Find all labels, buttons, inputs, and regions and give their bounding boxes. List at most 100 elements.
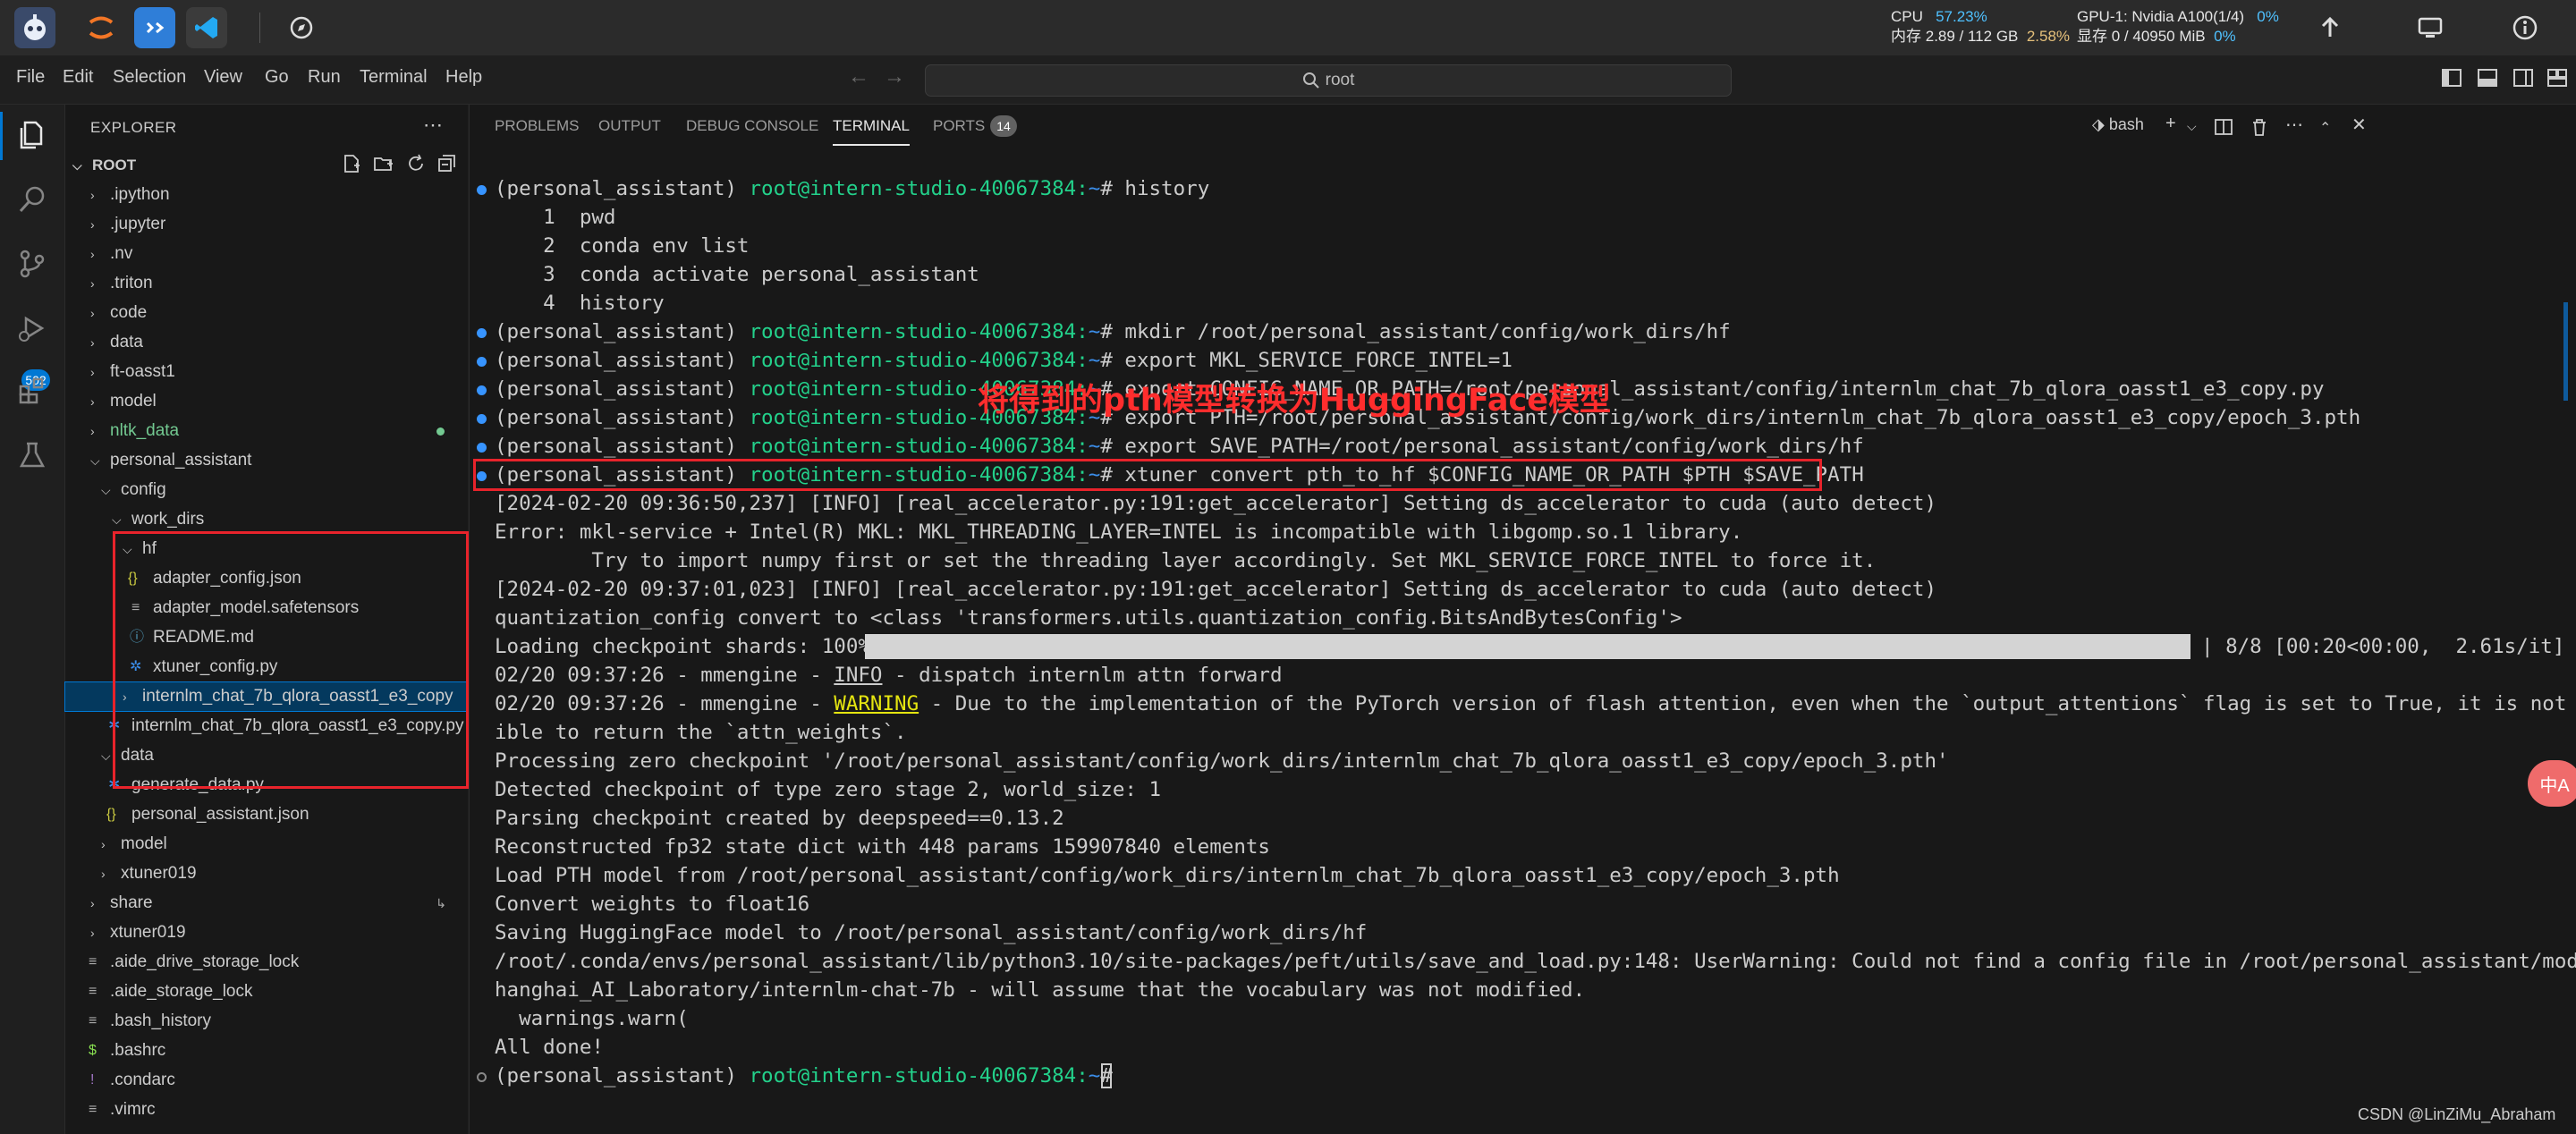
jupyter-icon[interactable] xyxy=(80,7,122,48)
mem-percent: 2.58% xyxy=(2026,28,2071,45)
back-arrow-icon[interactable]: ← xyxy=(848,64,869,89)
tab-problems[interactable]: PROBLEMS xyxy=(495,117,579,135)
split-terminal-icon[interactable] xyxy=(2214,117,2233,137)
collapse-all-icon[interactable] xyxy=(436,153,457,174)
tree-item-bashrc[interactable]: $ .bashrc xyxy=(65,1037,468,1065)
menu-terminal[interactable]: Terminal xyxy=(360,67,428,88)
menu-go[interactable]: Go xyxy=(265,67,289,88)
tree-item-label: internlm_chat_7b_qlora_oasst1_e3_copy.py xyxy=(131,716,464,735)
tree-item-ipython[interactable]: › .ipython xyxy=(65,181,468,209)
tree-item-label: nltk_data xyxy=(110,421,180,440)
forward-arrow-icon[interactable]: → xyxy=(884,64,905,89)
trash-icon[interactable] xyxy=(2250,117,2269,137)
tree-item-aide-storage-lock[interactable]: ≡ .aide_storage_lock xyxy=(65,977,468,1006)
tab-terminal[interactable]: TERMINAL xyxy=(833,117,910,146)
tree-item-code[interactable]: › code xyxy=(65,299,468,327)
tree-item-internlm-copy-folder[interactable]: › internlm_chat_7b_qlora_oasst1_e3_copy xyxy=(64,681,469,712)
tab-output[interactable]: OUTPUT xyxy=(598,117,661,135)
terminal-line: warnings.warn( xyxy=(495,1007,689,1030)
tree-item-personal-assistant-json[interactable]: {} personal_assistant.json xyxy=(65,800,468,829)
tree-item-triton[interactable]: › .triton xyxy=(65,269,468,298)
source-control-icon[interactable] xyxy=(14,246,50,282)
vscode-icon[interactable] xyxy=(186,7,227,48)
terminal-line: ible to return the `attn_weights`. xyxy=(495,721,907,744)
customize-layout-icon[interactable] xyxy=(2546,66,2569,89)
terminal-line: quantization_config convert to <class 't… xyxy=(495,606,1682,630)
tree-item-adapter-model[interactable]: ≡ adapter_model.safetensors xyxy=(65,594,468,622)
tree-item-data[interactable]: › data xyxy=(65,328,468,357)
vscode-desktop-icon[interactable] xyxy=(134,7,175,48)
tree-item-ft-oasst1[interactable]: › ft-oasst1 xyxy=(65,358,468,386)
tree-item-vimrc[interactable]: ≡ .vimrc xyxy=(65,1096,468,1124)
robot-logo-icon[interactable] xyxy=(14,7,55,48)
resource-stats-cpu: CPU 57.23% 内存 2.89 / 112 GB 2.58% xyxy=(1891,7,2070,47)
python-icon: ✲ xyxy=(130,659,142,674)
tree-item-internlm-copy-py[interactable]: ✲ internlm_chat_7b_qlora_oasst1_e3_copy.p… xyxy=(65,712,468,740)
tree-item-model-sub[interactable]: › model xyxy=(65,830,468,859)
tree-item-share[interactable]: › share ↳ xyxy=(65,889,468,918)
upload-icon[interactable] xyxy=(2313,11,2347,45)
refresh-icon[interactable] xyxy=(405,153,427,174)
tab-ports[interactable]: PORTS xyxy=(933,117,985,135)
tree-item-hf[interactable]: ⌵ hf xyxy=(65,535,468,563)
terminal-line: All done! xyxy=(495,1036,604,1059)
menu-edit[interactable]: Edit xyxy=(63,67,93,88)
tree-item-bash-history[interactable]: ≡ .bash_history xyxy=(65,1007,468,1036)
maximize-panel-chevron-icon[interactable]: ⌃ xyxy=(2319,119,2331,137)
tree-item-label: personal_assistant.json xyxy=(131,805,309,824)
tree-item-adapter-config[interactable]: {} adapter_config.json xyxy=(65,564,468,593)
ports-count-badge: 14 xyxy=(990,115,1017,137)
command-center-search[interactable]: root xyxy=(925,64,1732,97)
tree-item-jupyter[interactable]: › .jupyter xyxy=(65,210,468,239)
vram-percent: 0% xyxy=(2214,28,2236,45)
tree-item-condarc[interactable]: ! .condarc xyxy=(65,1066,468,1095)
launch-profile-chevron-icon[interactable]: ⌵ xyxy=(2187,119,2197,134)
info-icon[interactable] xyxy=(2508,11,2542,45)
toggle-secondary-sidebar-icon[interactable] xyxy=(2512,66,2535,89)
tree-item-personal-assistant[interactable]: ⌵ personal_assistant xyxy=(65,446,468,475)
menu-selection[interactable]: Selection xyxy=(113,67,186,88)
search-icon[interactable] xyxy=(14,182,50,217)
tree-item-generate-data[interactable]: ✲ generate_data.py xyxy=(65,771,468,800)
tree-item-label: model xyxy=(110,392,157,410)
new-file-icon[interactable] xyxy=(341,153,362,174)
more-actions-icon[interactable]: ⋯ xyxy=(2285,114,2303,136)
remote-desktop-icon[interactable] xyxy=(2413,11,2447,45)
tree-item-aide-drive-lock[interactable]: ≡ .aide_drive_storage_lock xyxy=(65,948,468,977)
menu-run[interactable]: Run xyxy=(308,67,341,88)
toggle-panel-icon[interactable] xyxy=(2476,66,2499,89)
tree-item-nltk-data[interactable]: › nltk_data xyxy=(65,417,468,445)
menu-view[interactable]: View xyxy=(204,67,242,88)
gpu-label: GPU-1: Nvidia A100(1/4) xyxy=(2077,8,2245,25)
tree-item-work-dirs[interactable]: ⌵ work_dirs xyxy=(65,505,468,534)
terminal-scrollbar[interactable] xyxy=(2563,302,2568,401)
explorer-files-icon[interactable] xyxy=(14,117,50,153)
tree-item-model[interactable]: › model xyxy=(65,387,468,416)
tree-item-xtuner-config[interactable]: ✲ xtuner_config.py xyxy=(65,653,468,681)
command-success-dot xyxy=(477,328,487,338)
extensions-icon[interactable] xyxy=(14,373,50,409)
menu-help[interactable]: Help xyxy=(445,67,482,88)
tree-item-data-folder[interactable]: ⌵ data xyxy=(65,741,468,770)
terminal-output[interactable]: (personal_assistant) root@intern-studio-… xyxy=(470,174,2576,1134)
more-actions-icon[interactable]: ⋯ xyxy=(423,114,443,137)
vram-value: 0 / 40950 MiB xyxy=(2111,28,2206,45)
new-terminal-plus-icon[interactable]: + xyxy=(2165,114,2176,134)
new-folder-icon[interactable] xyxy=(373,153,394,174)
tree-item-config[interactable]: ⌵ config xyxy=(65,476,468,504)
tab-debug-console[interactable]: DEBUG CONSOLE xyxy=(686,117,818,135)
translate-floating-button[interactable]: 中A xyxy=(2528,760,2576,807)
checkpoint-progress-bar xyxy=(865,634,2190,659)
close-panel-icon[interactable]: ✕ xyxy=(2351,114,2367,136)
tree-item-nv[interactable]: › .nv xyxy=(65,240,468,268)
tree-item-xtuner019-sub[interactable]: › xtuner019 xyxy=(65,859,468,888)
topbar-divider xyxy=(259,13,260,43)
tree-item-xtuner019[interactable]: › xtuner019 xyxy=(65,918,468,947)
terminal-profile[interactable]: ⬗ bash xyxy=(2092,115,2144,134)
compass-icon[interactable] xyxy=(281,7,322,48)
tree-item-readme[interactable]: ⓘ README.md xyxy=(65,623,468,652)
toggle-sidebar-icon[interactable] xyxy=(2440,66,2463,89)
menu-file[interactable]: File xyxy=(16,67,45,88)
testing-flask-icon[interactable] xyxy=(14,437,50,473)
run-debug-icon[interactable] xyxy=(14,310,50,346)
